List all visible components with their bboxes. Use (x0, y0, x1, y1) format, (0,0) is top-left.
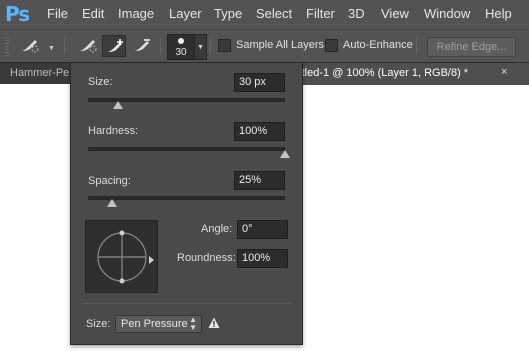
warning-icon (208, 317, 220, 328)
angle-label: Angle: (201, 223, 233, 235)
auto-enhance-checkbox[interactable] (325, 39, 338, 52)
brush-picker-button[interactable]: 30 (167, 34, 195, 60)
options-bar-grip[interactable] (5, 37, 9, 56)
menu-help[interactable]: Help (485, 6, 512, 21)
divider (81, 303, 292, 304)
menu-image[interactable]: Image (118, 6, 154, 21)
chevron-down-icon: ▼ (197, 44, 204, 51)
hardness-slider-thumb[interactable] (280, 150, 290, 158)
roundness-input[interactable]: 100% (237, 249, 288, 268)
angle-handle-arrow-icon[interactable] (149, 256, 154, 264)
spacing-slider-track[interactable] (88, 196, 285, 200)
brush-picker-panel: Size: 30 px Hardness: 100% Spacing: 25% … (70, 62, 303, 345)
new-selection-button[interactable] (75, 35, 99, 57)
hardness-input[interactable]: 100% (234, 122, 285, 141)
separator (210, 38, 211, 55)
menu-3d[interactable]: 3D (348, 6, 365, 21)
size-control-select[interactable]: Pen Pressure ▲ ▼ (115, 315, 202, 333)
size-slider-thumb[interactable] (112, 101, 123, 109)
quick-selection-brush-icon (22, 40, 39, 53)
document-tab-label: Hammer-Pe (10, 67, 70, 79)
spacing-slider-thumb[interactable] (106, 199, 117, 207)
menu-window[interactable]: Window (424, 6, 470, 21)
subtract-from-selection-button[interactable] (130, 35, 154, 57)
subtract-from-selection-brush-icon (135, 39, 150, 51)
menu-select[interactable]: Select (256, 6, 292, 21)
roundness-label: Roundness: (177, 252, 236, 264)
sample-all-layers-checkbox[interactable] (218, 39, 231, 52)
menu-type[interactable]: Type (214, 6, 242, 21)
add-to-selection-button[interactable] (102, 35, 126, 57)
menu-edit[interactable]: Edit (82, 6, 104, 21)
size-input[interactable]: 30 px (234, 73, 285, 92)
brush-size-readout: 30 (175, 47, 187, 58)
menu-view[interactable]: View (381, 6, 409, 21)
spacing-label: Spacing: (88, 175, 131, 187)
document-tab-untitled[interactable]: ntitled-1 @ 100% (Layer 1, RGB/8) * × (290, 63, 529, 85)
new-selection-brush-icon (80, 40, 97, 53)
brush-angle-widget[interactable] (85, 220, 158, 293)
options-bar: ▼ 30 ▼ Sample All Layers Auto-Enhance Re… (0, 29, 529, 62)
size-label: Size: (88, 76, 113, 88)
angle-input[interactable]: 0° (237, 220, 288, 239)
menu-filter[interactable]: Filter (306, 6, 335, 21)
tool-preset-picker[interactable] (17, 35, 41, 57)
separator (416, 38, 417, 55)
hardness-slider-track[interactable] (88, 147, 285, 151)
size-control-value: Pen Pressure (121, 318, 188, 330)
separator (160, 38, 161, 55)
hardness-label: Hardness: (88, 125, 139, 137)
document-tab-hammer[interactable]: Hammer-Pe (0, 63, 70, 84)
menu-file[interactable]: File (47, 6, 68, 21)
close-icon[interactable]: × (501, 66, 507, 78)
brush-tip-icon (178, 38, 184, 44)
brush-picker-dropdown[interactable]: ▼ (195, 34, 207, 60)
spacing-input[interactable]: 25% (234, 171, 285, 190)
document-tab-label: ntitled-1 @ 100% (Layer 1, RGB/8) * (290, 67, 469, 79)
auto-enhance-label: Auto-Enhance (343, 39, 413, 51)
sample-all-layers-label: Sample All Layers (236, 39, 325, 51)
preset-dropdown-arrow[interactable]: ▼ (48, 45, 55, 52)
refine-edge-button[interactable]: Refine Edge... (427, 37, 516, 57)
menu-layer[interactable]: Layer (169, 6, 202, 21)
select-arrows-icon: ▲ ▼ (189, 315, 197, 332)
app-logo: Ps (5, 2, 30, 26)
separator (64, 38, 65, 55)
add-to-selection-brush-icon (108, 39, 123, 52)
size-control-label: Size: (86, 318, 111, 330)
menu-bar: Ps File Edit Image Layer Type Select Fil… (0, 0, 529, 29)
